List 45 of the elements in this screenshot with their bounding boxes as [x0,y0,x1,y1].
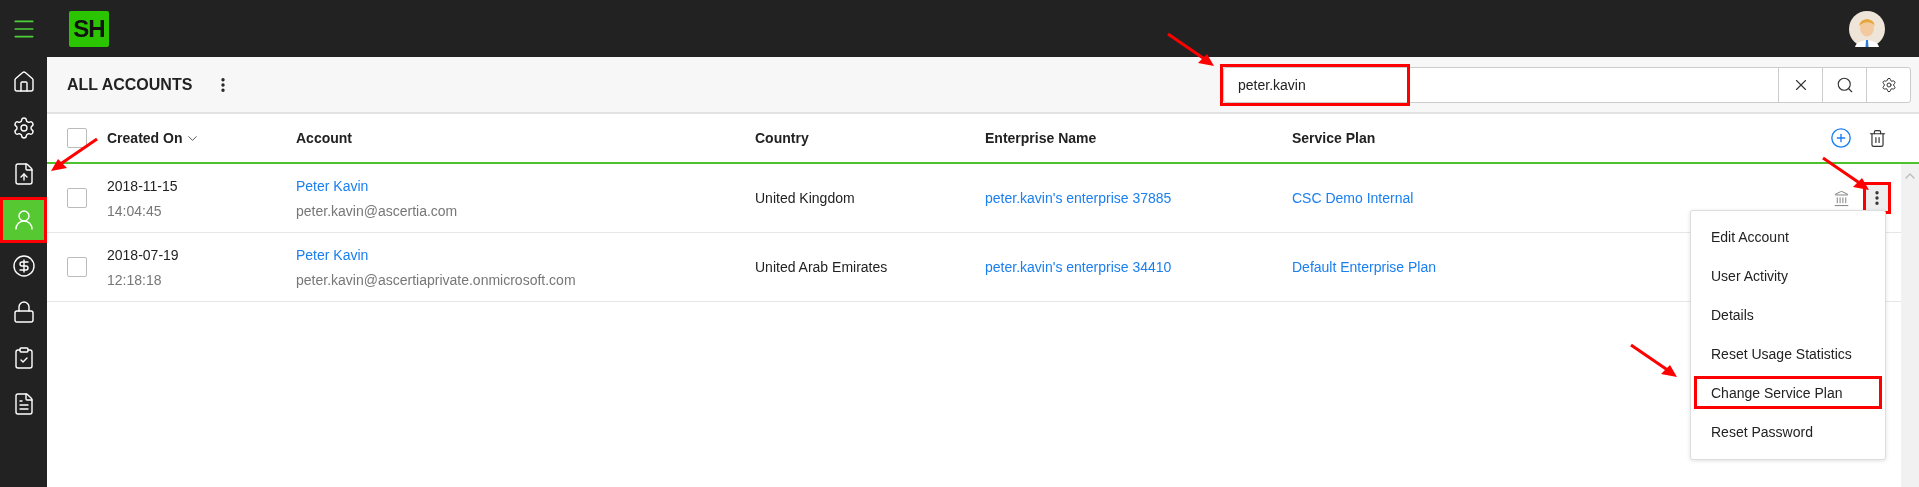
account-name-link[interactable]: Peter Kavin [296,177,369,194]
created-date: 2018-07-19 [107,246,179,263]
enterprise-link[interactable]: peter.kavin's enterprise 34410 [985,259,1172,275]
row-checkbox[interactable] [67,188,87,208]
scrollbar[interactable] [1901,164,1919,487]
created-time: 14:04:45 [107,202,162,219]
account-email: peter.kavin@ascertiaprivate.onmicrosoft.com [296,271,576,288]
callout-arrow [1629,343,1679,379]
enterprise-link[interactable]: peter.kavin's enterprise 37885 [985,190,1172,206]
account-name-link[interactable]: Peter Kavin [296,246,369,263]
service-plan-link[interactable]: CSC Demo Internal [1292,190,1414,206]
page-title: ALL ACCOUNTS [67,75,193,94]
country-cell-text: United Arab Emirates [755,259,889,275]
menu-item[interactable]: User Activity [1691,256,1885,295]
lock-icon[interactable] [11,300,36,324]
settings-icon[interactable] [1880,76,1897,93]
row-checkbox[interactable] [67,257,87,277]
created-date: 2018-11-15 [107,177,178,194]
country-cell-text: United Kingdom [755,190,856,206]
menu-item[interactable]: Change Service Plan [1691,373,1885,412]
search-field[interactable]: peter.kavin [1224,67,1778,102]
search-icon[interactable] [1835,75,1854,94]
callout-arrow [1821,156,1871,192]
column-header[interactable]: Account [296,130,755,146]
service-plan-link[interactable]: Default Enterprise Plan [1292,259,1436,275]
dollar-icon[interactable] [11,254,36,278]
settings-icon[interactable] [11,116,36,140]
column-header[interactable]: Country [755,130,985,146]
column-header[interactable]: Created On [107,130,296,146]
select-all-checkbox[interactable] [67,128,87,148]
callout-arrow [49,137,99,173]
column-header[interactable]: Enterprise Name [985,130,1292,146]
home-icon[interactable] [11,70,36,94]
callout-arrow [1166,31,1216,68]
menu-item[interactable]: Edit Account [1691,217,1885,256]
bank-icon[interactable] [1832,189,1850,207]
menu-item[interactable]: Reset Usage Statistics [1691,334,1885,373]
account-email: peter.kavin@ascertia.com [296,202,458,219]
menu-item[interactable]: Reset Password [1691,412,1885,451]
column-header[interactable]: Service Plan [1292,130,1809,146]
row-menu-button[interactable] [1865,184,1889,212]
menu-item[interactable]: Details [1691,295,1885,334]
created-time: 12:18:18 [107,271,162,288]
logo: SH [69,10,109,47]
avatar-icon[interactable] [1849,10,1885,47]
